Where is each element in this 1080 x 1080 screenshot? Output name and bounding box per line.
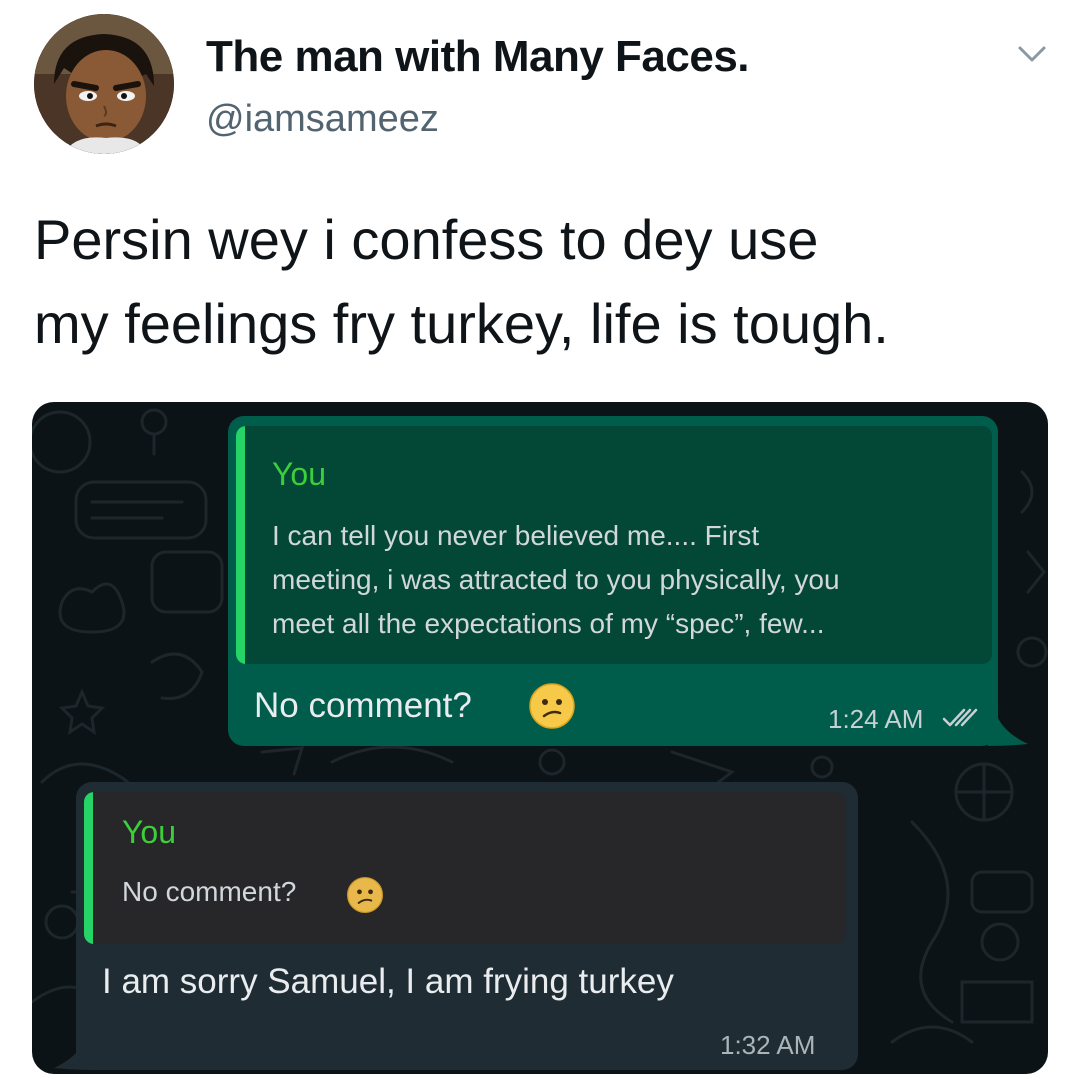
quoted-message-text: I can tell you never believed me.... Fir…	[272, 514, 992, 646]
confused-face-emoji	[346, 876, 384, 914]
incoming-message-text: I am sorry Samuel, I am frying turkey	[102, 962, 674, 1001]
quoted-message-line: I can tell you never believed me.... Fir…	[272, 520, 760, 551]
message-timestamp: 1:32 AM	[720, 1030, 816, 1060]
quote-author: You	[122, 814, 176, 850]
chevron-down-icon[interactable]	[1016, 42, 1048, 66]
quote-accent-bar	[236, 426, 245, 664]
incoming-bubble-tail	[54, 1030, 94, 1070]
tweet-text-line: Persin wey i confess to dey use	[34, 208, 819, 271]
quoted-message-text: No comment?	[122, 876, 297, 907]
cartoon-avatar-image	[34, 14, 174, 154]
tweet-text-line: my feelings fry turkey, life is tough.	[34, 292, 889, 355]
display-name[interactable]: The man with Many Faces.	[206, 32, 750, 82]
user-handle[interactable]: @iamsameez	[206, 98, 439, 141]
outgoing-bubble-tail	[988, 706, 1028, 746]
quote-author: You	[272, 456, 326, 492]
outgoing-message-text: No comment?	[254, 686, 472, 725]
reply-quote[interactable]: You No comment?	[84, 792, 846, 944]
avatar[interactable]	[34, 14, 174, 154]
quoted-message-line: meet all the expectations of my “spec”, …	[272, 608, 825, 639]
quoted-message-line: meeting, i was attracted to you physical…	[272, 564, 840, 595]
double-check-icon	[942, 708, 978, 727]
reply-quote[interactable]: You I can tell you never believed me....…	[236, 426, 992, 664]
quote-accent-bar	[84, 792, 93, 944]
confused-face-emoji	[529, 683, 575, 729]
message-timestamp: 1:24 AM	[828, 704, 924, 734]
chat-screenshot: You I can tell you never believed me....…	[32, 402, 1048, 1074]
tweet-text: Persin wey i confess to dey use my feeli…	[34, 198, 1054, 366]
